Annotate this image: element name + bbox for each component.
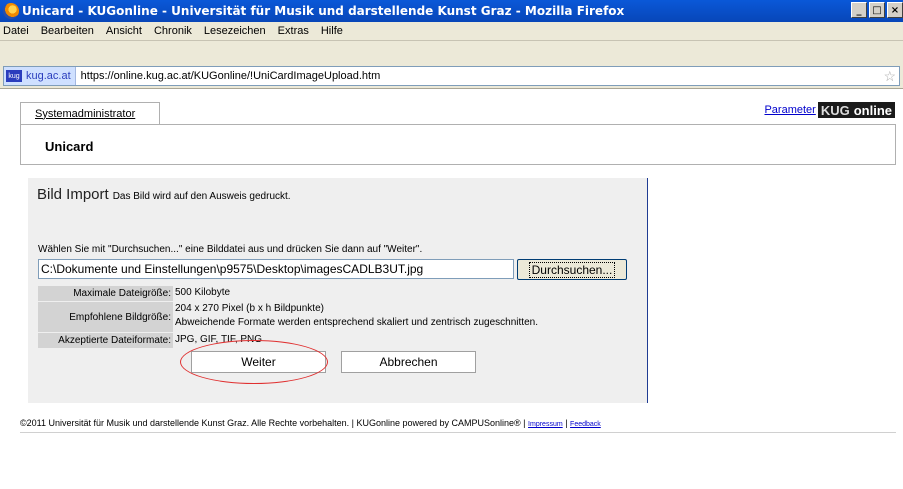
recommended-size-note: Abweichende Formate werden entsprechend … [175, 317, 538, 328]
url-text[interactable]: https://online.kug.ac.at/KUGonline/!UniC… [81, 70, 381, 82]
feedback-link[interactable]: Feedback [570, 421, 601, 428]
max-filesize-value: 500 Kilobyte [175, 287, 231, 298]
firefox-icon [3, 3, 19, 19]
import-heading: Bild Import Das Bild wird auf den Auswei… [37, 186, 291, 203]
site-domain: kug.ac.at [26, 70, 71, 82]
menu-extras[interactable]: Extras [272, 25, 315, 37]
browse-button[interactable]: Durchsuchen... [517, 259, 627, 280]
window-title: Unicard - KUGonline - Universität für Mu… [22, 4, 625, 18]
footer-copyright: ©2011 Universität für Musik und darstell… [20, 418, 526, 428]
page-title: Unicard [45, 139, 94, 154]
import-title: Bild Import [37, 186, 109, 203]
menu-chronik[interactable]: Chronik [148, 25, 198, 37]
close-button[interactable]: × [887, 2, 903, 18]
logo-kug-text: KUG [820, 102, 850, 118]
cancel-button[interactable]: Abbrechen [341, 351, 476, 373]
footer-divider [20, 432, 896, 433]
recommended-size-value: 204 x 270 Pixel (b x h Bildpunkte) [175, 303, 324, 314]
parameter-link[interactable]: Parameter [764, 104, 815, 116]
site-identity-button[interactable]: kug kug.ac.at [4, 67, 76, 85]
menu-bar: Datei Bearbeiten Ansicht Chronik Lesezei… [0, 22, 903, 41]
tab-systemadministrator[interactable]: Systemadministrator [20, 102, 160, 124]
top-right-links: Parameter KUG online [764, 102, 895, 118]
page-header: Unicard [20, 124, 896, 165]
highlight-oval [180, 340, 328, 384]
footer-separator: | [565, 418, 568, 428]
url-bar[interactable]: kug kug.ac.at https://online.kug.ac.at/K… [3, 66, 900, 86]
import-subtitle: Das Bild wird auf den Ausweis gedruckt. [112, 191, 291, 202]
max-filesize-label: Maximale Dateigröße: [38, 286, 173, 301]
kugonline-logo[interactable]: KUG online [817, 102, 895, 118]
menu-lesezeichen[interactable]: Lesezeichen [198, 25, 272, 37]
impressum-link[interactable]: Impressum [528, 421, 563, 428]
window-titlebar: Unicard - KUGonline - Universität für Mu… [0, 0, 903, 22]
upload-hint: Wählen Sie mit "Durchsuchen..." eine Bil… [38, 244, 423, 255]
menu-ansicht[interactable]: Ansicht [100, 25, 148, 37]
accepted-formats-label: Akzeptierte Dateiformate: [38, 333, 173, 348]
maximize-button[interactable]: □ [869, 2, 885, 18]
navigation-toolbar: kug kug.ac.at https://online.kug.ac.at/K… [0, 41, 903, 89]
menu-hilfe[interactable]: Hilfe [315, 25, 349, 37]
minimize-button[interactable]: _ [851, 2, 867, 18]
menu-bearbeiten[interactable]: Bearbeiten [35, 25, 100, 37]
menu-datei[interactable]: Datei [0, 25, 35, 37]
browse-button-label: Durchsuchen... [528, 261, 616, 278]
bookmark-star-icon[interactable]: ☆ [883, 68, 896, 85]
logo-online-text: online [853, 102, 892, 118]
page-content: Systemadministrator Parameter KUG online… [0, 89, 903, 489]
site-favicon-icon: kug [6, 70, 22, 82]
window-controls: _ □ × [849, 2, 903, 18]
recommended-size-label: Empfohlene Bildgröße: [38, 302, 173, 332]
page-footer: ©2011 Universität für Musik und darstell… [20, 418, 601, 428]
file-path-input[interactable]: C:\Dokumente und Einstellungen\p9575\Des… [38, 259, 514, 279]
